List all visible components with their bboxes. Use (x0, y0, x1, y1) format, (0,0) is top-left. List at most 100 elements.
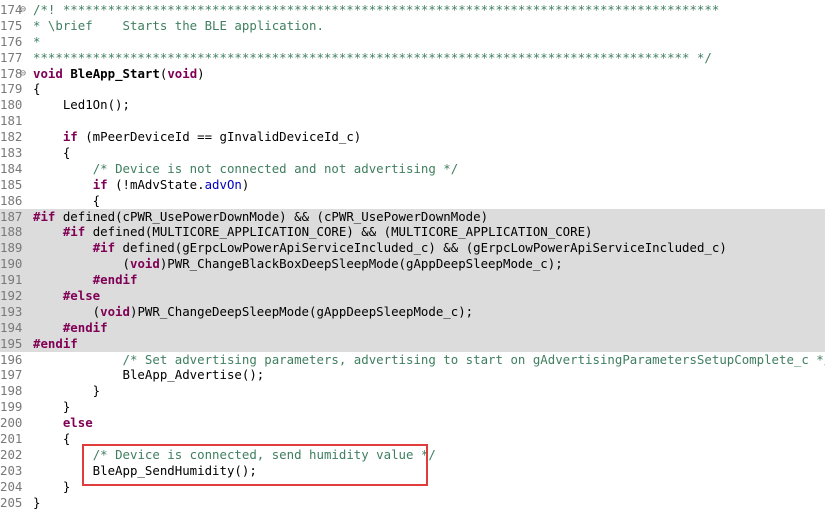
code-comment: /* Set advertising parameters, advertisi… (122, 351, 825, 367)
code-keyword: if (62, 129, 78, 145)
line-number: 184 (0, 160, 23, 176)
line-number: 193 (0, 303, 23, 319)
line-number: 195 (0, 335, 23, 351)
code-line[interactable]: 197 BleApp_Advertise(); (0, 367, 825, 383)
code-token: { (33, 145, 71, 161)
code-token: BleApp_Advertise(); (33, 367, 265, 383)
code-keyword: #if (62, 224, 86, 240)
code-keyword: void (100, 303, 130, 319)
code-line[interactable]: 182 if (mPeerDeviceId == gInvalidDeviceI… (0, 129, 825, 145)
code-line[interactable]: 180 Led1On(); (0, 97, 825, 113)
code-line[interactable]: 181 (0, 113, 825, 129)
line-number: 196 (0, 351, 23, 367)
code-editor[interactable]: 174 ⊖/*! ********************************… (0, 0, 825, 518)
code-line[interactable]: 198 } (0, 383, 825, 399)
line-number: 194 (0, 319, 23, 335)
code-line[interactable]: 205} (0, 495, 825, 511)
code-token: defined(gErpcLowPowerApiServiceIncluded_… (115, 240, 727, 256)
code-keyword: #endif (92, 272, 138, 288)
line-number: 198 (0, 383, 23, 399)
code-text: } (33, 383, 100, 399)
code-line[interactable]: 189 #if defined(gErpcLowPowerApiServiceI… (0, 240, 825, 257)
code-comment: /*! ************************************… (33, 2, 720, 17)
line-number: 189 (0, 240, 23, 256)
code-text: (void)PWR_ChangeBlackBoxDeepSleepMode(gA… (33, 256, 563, 272)
code-line[interactable]: 187 #if defined(cPWR_UsePowerDownMode) &&… (0, 208, 825, 225)
code-comment: /* Device is not connected and not adver… (92, 160, 459, 176)
line-number: 199 (0, 399, 23, 415)
fold-toggle-icon[interactable]: ⊖ (20, 2, 33, 18)
line-number: 202 (0, 446, 23, 462)
code-line[interactable]: 199 } (0, 399, 825, 415)
line-number: 188 (0, 224, 23, 240)
code-token: ) (241, 176, 250, 192)
code-token: ( (33, 256, 130, 272)
code-text: #else (33, 288, 100, 304)
code-line[interactable]: 195 #endif (0, 335, 825, 352)
line-number: 183 (0, 145, 23, 161)
code-line[interactable]: 188 #if defined(MULTICORE_APPLICATION_CO… (0, 224, 825, 241)
code-line[interactable]: 183 { (0, 145, 825, 161)
code-token: (mPeerDeviceId == gInvalidDeviceId_c) (77, 129, 362, 145)
code-line[interactable]: 177 *************************************… (0, 50, 825, 66)
code-text: * \brief Starts the BLE application. (33, 18, 324, 34)
code-line[interactable]: 193 (void)PWR_ChangeDeepSleepMode(gAppDe… (0, 303, 825, 320)
code-line[interactable]: 175 * \brief Starts the BLE application. (0, 18, 825, 34)
code-line[interactable]: 179 { (0, 81, 825, 97)
line-number: 176 (0, 33, 23, 49)
code-token: )PWR_ChangeBlackBoxDeepSleepMode(gAppDee… (159, 256, 563, 272)
code-text: (void)PWR_ChangeDeepSleepMode(gAppDeepSl… (33, 304, 473, 320)
code-token: } (33, 399, 71, 415)
code-line[interactable]: 194 #endif (0, 319, 825, 336)
code-token: )PWR_ChangeDeepSleepMode(gAppDeepSleepMo… (129, 303, 474, 319)
code-line[interactable]: 184 /* Device is not connected and not a… (0, 161, 825, 177)
code-line[interactable]: 196 /* Set advertising parameters, adver… (0, 352, 825, 368)
line-number: 191 (0, 272, 23, 288)
code-comment: * \brief Starts the BLE application. (33, 17, 324, 33)
code-line[interactable]: 192 #else (0, 288, 825, 304)
code-line[interactable]: 174 ⊖/*! ********************************… (0, 2, 825, 18)
code-keyword: void (33, 65, 63, 81)
code-line[interactable]: 186 { (0, 193, 825, 209)
code-line[interactable]: 190 (void)PWR_ChangeBlackBoxDeepSleepMod… (0, 256, 825, 273)
code-line[interactable]: 178 ⊖ void BleApp_Start(void) (0, 66, 825, 82)
line-number: 192 (0, 288, 23, 304)
code-comment: * (33, 33, 41, 49)
line-number: 182 (0, 129, 23, 145)
code-text: void BleApp_Start(void) (33, 66, 205, 82)
fold-toggle-icon[interactable]: ⊖ (20, 66, 33, 82)
code-token: defined(MULTICORE_APPLICATION_CORE) && (… (85, 224, 593, 240)
code-text: /* Set advertising parameters, advertisi… (33, 352, 825, 368)
code-token: { (33, 431, 71, 447)
code-line[interactable]: 185 if (!mAdvState.advOn) (0, 177, 825, 193)
code-comment: ****************************************… (33, 49, 712, 65)
code-token: ) (197, 65, 205, 81)
code-text: Led1On(); (33, 97, 130, 113)
line-number: 205 (0, 494, 23, 510)
code-text: { (33, 145, 70, 161)
code-line[interactable]: 191 #endif (0, 272, 825, 289)
code-token: } (33, 383, 101, 399)
code-line[interactable]: 200 else (0, 415, 825, 431)
code-token: advOn (204, 176, 242, 192)
line-number: 204 (0, 478, 23, 494)
code-line[interactable]: 176 * (0, 34, 825, 50)
code-text: if (mPeerDeviceId == gInvalidDeviceId_c) (33, 129, 361, 145)
code-text: if (!mAdvState.advOn) (33, 176, 250, 193)
code-text: * (33, 34, 40, 50)
code-text: /* Device is not connected and not adver… (33, 160, 459, 177)
code-text: BleApp_Advertise(); (33, 367, 265, 383)
line-number: 197 (0, 367, 23, 383)
line-number: 180 (0, 97, 23, 113)
line-number: 177 (0, 49, 23, 65)
code-keyword: #else (62, 288, 101, 304)
highlight-box (82, 444, 428, 486)
code-text: } (33, 479, 70, 495)
